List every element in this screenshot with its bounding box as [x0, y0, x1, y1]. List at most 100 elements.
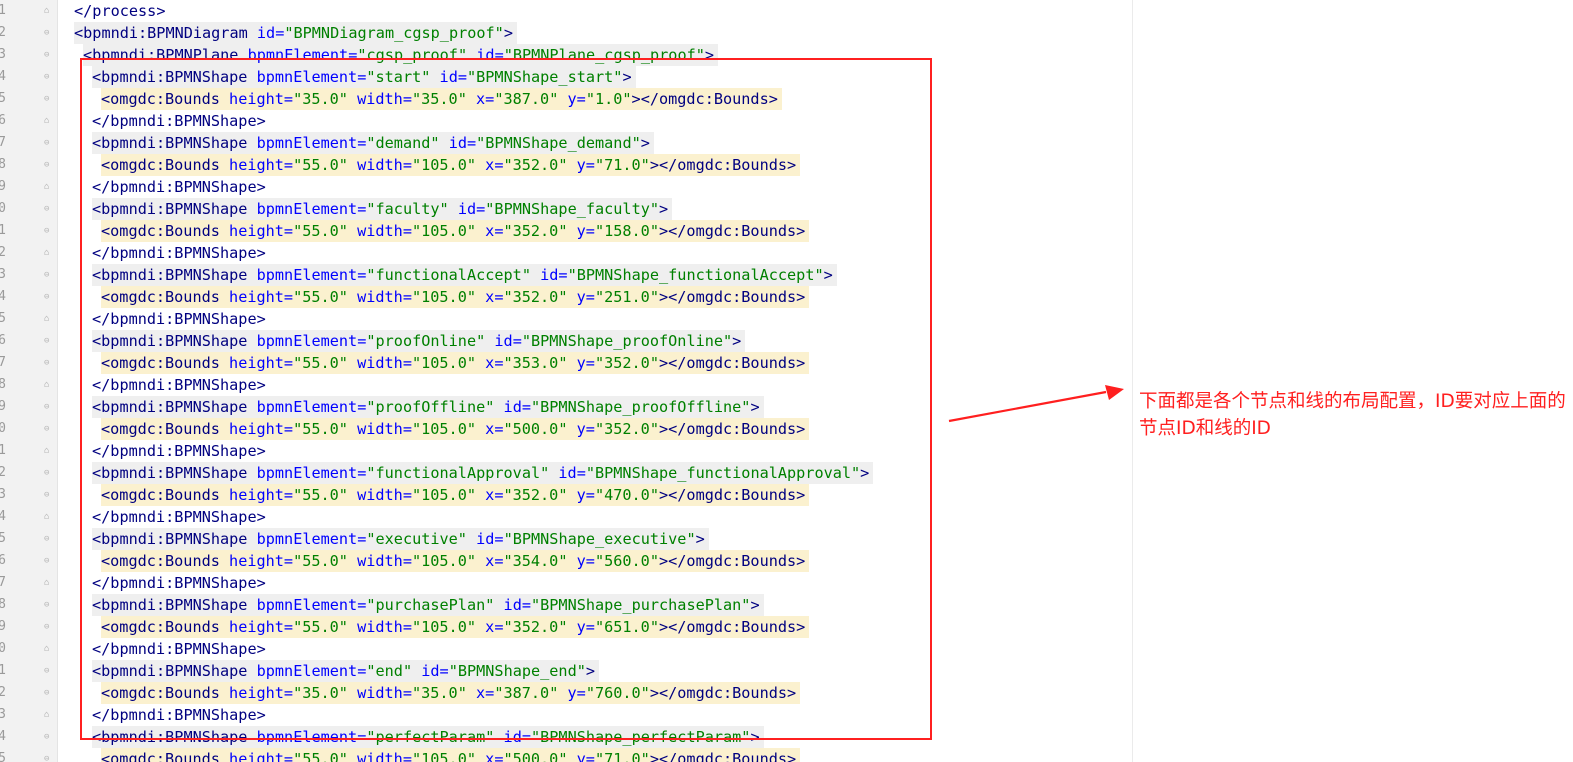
fold-marker-icon[interactable]: ⊖: [44, 556, 53, 566]
code-line[interactable]: 8 ⊖ <bpmndi:BPMNShape bpmnElement="purchas…: [0, 594, 1132, 616]
fold-marker-icon[interactable]: ⊖: [44, 402, 53, 412]
line-number: 2: [0, 465, 6, 480]
fold-marker-icon[interactable]: ⊖: [44, 50, 53, 60]
fold-marker-icon[interactable]: ⊖: [44, 270, 53, 280]
line-number: 6: [0, 553, 6, 568]
code-line-text: <omgdc:Bounds height="35.0" width="35.0"…: [101, 682, 801, 704]
code-line-text: </bpmndi:BPMNShape>: [92, 508, 266, 526]
code-line-text: <omgdc:Bounds height="55.0" width="105.0…: [101, 550, 810, 572]
code-line-text: <omgdc:Bounds height="55.0" width="105.0…: [101, 616, 810, 638]
code-line[interactable]: 0 ⊖ <bpmndi:BPMNShape bpmnElement="faculty…: [0, 198, 1132, 220]
code-line-text: <bpmndi:BPMNShape bpmnElement="proofOffl…: [92, 396, 764, 418]
code-line[interactable]: 1 ⌂ </bpmndi:BPMNShape>: [0, 440, 1132, 462]
fold-marker-icon[interactable]: ⌂: [44, 248, 53, 258]
code-line[interactable]: 2 ⊖ <bpmndi:BPMNShape bpmnElement="functio…: [0, 462, 1132, 484]
code-line-text: </bpmndi:BPMNShape>: [92, 706, 266, 724]
code-line[interactable]: 6 ⌂ </bpmndi:BPMNShape>: [0, 110, 1132, 132]
line-number: 5: [0, 311, 6, 326]
fold-marker-icon[interactable]: ⊖: [44, 226, 53, 236]
line-number: 7: [0, 355, 6, 370]
code-line[interactable]: 6 ⊖ <bpmndi:BPMNShape bpmnElement="proofOn…: [0, 330, 1132, 352]
code-line-text: </bpmndi:BPMNShape>: [92, 310, 266, 328]
fold-marker-icon[interactable]: ⌂: [44, 116, 53, 126]
code-line-text: <bpmndi:BPMNShape bpmnElement="start" id…: [92, 66, 636, 88]
fold-marker-icon[interactable]: ⊖: [44, 336, 53, 346]
code-line[interactable]: 3 ⊖ <omgdc:Bounds height="55.0" width="105…: [0, 484, 1132, 506]
code-line[interactable]: 5 ⊖ <omgdc:Bounds height="55.0" width="105…: [0, 748, 1132, 762]
line-number: 8: [0, 377, 6, 392]
fold-marker-icon[interactable]: ⌂: [44, 512, 53, 522]
fold-marker-icon[interactable]: ⊖: [44, 666, 53, 676]
code-line[interactable]: 1 ⊖ <omgdc:Bounds height="55.0" width="105…: [0, 220, 1132, 242]
fold-marker-icon[interactable]: ⊖: [44, 688, 53, 698]
line-number: 8: [0, 597, 6, 612]
line-number: 4: [0, 729, 6, 744]
code-line[interactable]: 3 ⌂ </bpmndi:BPMNShape>: [0, 704, 1132, 726]
line-number: 1: [0, 3, 6, 18]
fold-marker-icon[interactable]: ⌂: [44, 644, 53, 654]
code-line[interactable]: 7 ⊖ <omgdc:Bounds height="55.0" width="105…: [0, 352, 1132, 374]
fold-marker-icon[interactable]: ⊖: [44, 358, 53, 368]
fold-marker-icon[interactable]: ⌂: [44, 182, 53, 192]
code-line[interactable]: 4 ⊖ <bpmndi:BPMNShape bpmnElement="perfect…: [0, 726, 1132, 748]
fold-marker-icon[interactable]: ⊖: [44, 204, 53, 214]
fold-marker-icon[interactable]: ⊖: [44, 138, 53, 148]
code-line[interactable]: 3 ⊖ <bpmndi:BPMNPlane bpmnElement="cgsp_pr…: [0, 44, 1132, 66]
line-number: 2: [0, 685, 6, 700]
code-line[interactable]: 1 ⌂ </process>: [0, 0, 1132, 22]
line-number: 0: [0, 641, 6, 656]
line-number: 3: [0, 487, 6, 502]
line-number: 3: [0, 267, 6, 282]
code-line[interactable]: 0 ⌂ </bpmndi:BPMNShape>: [0, 638, 1132, 660]
fold-marker-icon[interactable]: ⊖: [44, 622, 53, 632]
code-line-text: <omgdc:Bounds height="55.0" width="105.0…: [101, 352, 810, 374]
code-line[interactable]: 5 ⊖ <bpmndi:BPMNShape bpmnElement="executi…: [0, 528, 1132, 550]
code-line[interactable]: 8 ⊖ <omgdc:Bounds height="55.0" width="105…: [0, 154, 1132, 176]
line-number: 5: [0, 751, 6, 762]
fold-marker-icon[interactable]: ⌂: [44, 710, 53, 720]
code-line[interactable]: 5 ⊖ <omgdc:Bounds height="35.0" width="35.…: [0, 88, 1132, 110]
fold-marker-icon[interactable]: ⊖: [44, 160, 53, 170]
fold-marker-icon[interactable]: ⊖: [44, 468, 53, 478]
fold-marker-icon[interactable]: ⌂: [44, 314, 53, 324]
code-line[interactable]: 7 ⊖ <bpmndi:BPMNShape bpmnElement="demand"…: [0, 132, 1132, 154]
code-line[interactable]: 2 ⊖ <bpmndi:BPMNDiagram id="BPMNDiagram_cg…: [0, 22, 1132, 44]
code-line[interactable]: 9 ⊖ <omgdc:Bounds height="55.0" width="105…: [0, 616, 1132, 638]
code-line-text: </bpmndi:BPMNShape>: [92, 376, 266, 394]
code-line[interactable]: 7 ⌂ </bpmndi:BPMNShape>: [0, 572, 1132, 594]
fold-marker-icon[interactable]: ⊖: [44, 424, 53, 434]
line-number: 1: [0, 443, 6, 458]
fold-marker-icon[interactable]: ⊖: [44, 534, 53, 544]
code-line-text: </bpmndi:BPMNShape>: [92, 574, 266, 592]
code-line-text: <bpmndi:BPMNShape bpmnElement="executive…: [92, 528, 709, 550]
code-line-text: <bpmndi:BPMNShape bpmnElement="functiona…: [92, 264, 837, 286]
fold-marker-icon[interactable]: ⌂: [44, 446, 53, 456]
code-line[interactable]: 2 ⊖ <omgdc:Bounds height="35.0" width="35.…: [0, 682, 1132, 704]
code-line-text: <bpmndi:BPMNShape bpmnElement="faculty" …: [92, 198, 673, 220]
fold-marker-icon[interactable]: ⊖: [44, 94, 53, 104]
fold-marker-icon[interactable]: ⌂: [44, 380, 53, 390]
code-line[interactable]: 9 ⌂ </bpmndi:BPMNShape>: [0, 176, 1132, 198]
code-line[interactable]: 5 ⌂ </bpmndi:BPMNShape>: [0, 308, 1132, 330]
line-number: 3: [0, 707, 6, 722]
fold-marker-icon[interactable]: ⊖: [44, 292, 53, 302]
line-number: 7: [0, 135, 6, 150]
code-line[interactable]: 3 ⊖ <bpmndi:BPMNShape bpmnElement="functio…: [0, 264, 1132, 286]
fold-marker-icon[interactable]: ⊖: [44, 754, 53, 762]
code-line[interactable]: 4 ⌂ </bpmndi:BPMNShape>: [0, 506, 1132, 528]
line-number: 0: [0, 201, 6, 216]
fold-marker-icon[interactable]: ⊖: [44, 732, 53, 742]
fold-marker-icon[interactable]: ⊖: [44, 28, 53, 38]
fold-marker-icon[interactable]: ⌂: [44, 6, 53, 16]
code-line-text: <bpmndi:BPMNShape bpmnElement="purchaseP…: [92, 594, 764, 616]
fold-marker-icon[interactable]: ⊖: [44, 72, 53, 82]
code-line[interactable]: 4 ⊖ <omgdc:Bounds height="55.0" width="105…: [0, 286, 1132, 308]
fold-marker-icon[interactable]: ⊖: [44, 490, 53, 500]
fold-marker-icon[interactable]: ⌂: [44, 578, 53, 588]
code-line[interactable]: 1 ⊖ <bpmndi:BPMNShape bpmnElement="end" id…: [0, 660, 1132, 682]
code-line-text: </bpmndi:BPMNShape>: [92, 112, 266, 130]
code-line[interactable]: 4 ⊖ <bpmndi:BPMNShape bpmnElement="start" …: [0, 66, 1132, 88]
code-line[interactable]: 6 ⊖ <omgdc:Bounds height="55.0" width="105…: [0, 550, 1132, 572]
fold-marker-icon[interactable]: ⊖: [44, 600, 53, 610]
code-line[interactable]: 2 ⌂ </bpmndi:BPMNShape>: [0, 242, 1132, 264]
